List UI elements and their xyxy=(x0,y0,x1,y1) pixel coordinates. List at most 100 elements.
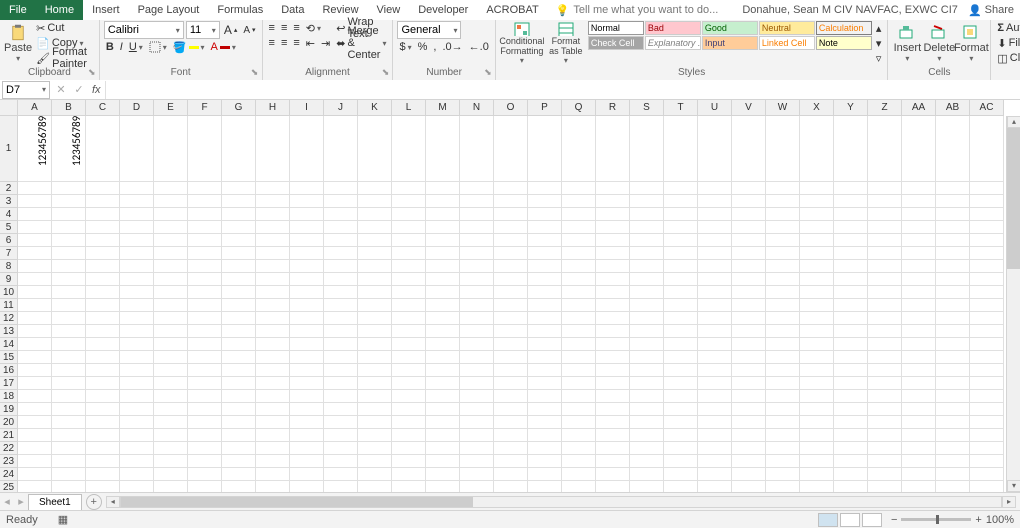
cell[interactable] xyxy=(528,364,562,377)
cell[interactable] xyxy=(358,325,392,338)
cell[interactable] xyxy=(154,481,188,492)
zoom-control[interactable]: − + 100% xyxy=(891,514,1014,526)
cell[interactable] xyxy=(324,299,358,312)
cell[interactable] xyxy=(630,390,664,403)
align-bottom-button[interactable]: ≡ xyxy=(291,21,301,35)
cell[interactable] xyxy=(868,182,902,195)
row-header[interactable]: 3 xyxy=(0,195,18,208)
cell[interactable] xyxy=(18,390,52,403)
cell[interactable] xyxy=(256,364,290,377)
accounting-format-button[interactable]: $▾ xyxy=(397,40,413,54)
cell[interactable] xyxy=(902,273,936,286)
cell[interactable] xyxy=(460,351,494,364)
column-header[interactable]: N xyxy=(460,100,494,116)
cell[interactable] xyxy=(52,299,86,312)
cell[interactable] xyxy=(494,312,528,325)
row-header[interactable]: 14 xyxy=(0,338,18,351)
cell[interactable] xyxy=(766,351,800,364)
cell[interactable] xyxy=(426,351,460,364)
cell[interactable] xyxy=(698,234,732,247)
cell[interactable] xyxy=(732,416,766,429)
cell[interactable] xyxy=(154,455,188,468)
cell[interactable] xyxy=(800,442,834,455)
cell[interactable] xyxy=(630,416,664,429)
cell[interactable] xyxy=(222,403,256,416)
cell[interactable] xyxy=(222,351,256,364)
cell[interactable] xyxy=(630,116,664,182)
cell[interactable] xyxy=(18,364,52,377)
cell[interactable] xyxy=(392,182,426,195)
cell[interactable] xyxy=(392,260,426,273)
cell[interactable] xyxy=(562,247,596,260)
cell[interactable] xyxy=(596,221,630,234)
cell[interactable] xyxy=(664,116,698,182)
cell[interactable] xyxy=(766,338,800,351)
cell[interactable] xyxy=(358,247,392,260)
align-right-button[interactable]: ≡ xyxy=(291,36,301,50)
cell[interactable] xyxy=(562,221,596,234)
cell[interactable] xyxy=(868,351,902,364)
cancel-formula-button[interactable]: ✕ xyxy=(52,83,70,96)
cell[interactable] xyxy=(324,377,358,390)
cell[interactable] xyxy=(834,299,868,312)
cell[interactable] xyxy=(256,208,290,221)
cell[interactable] xyxy=(834,116,868,182)
cell[interactable] xyxy=(460,234,494,247)
cell[interactable] xyxy=(222,195,256,208)
cell[interactable] xyxy=(18,442,52,455)
cell[interactable] xyxy=(732,455,766,468)
cell[interactable] xyxy=(732,403,766,416)
cell[interactable] xyxy=(460,195,494,208)
cell[interactable] xyxy=(698,442,732,455)
cell[interactable] xyxy=(664,351,698,364)
cell[interactable] xyxy=(766,208,800,221)
cell[interactable] xyxy=(392,468,426,481)
cell[interactable] xyxy=(936,481,970,492)
increase-indent-button[interactable]: ⇥ xyxy=(319,36,332,50)
cell[interactable] xyxy=(86,455,120,468)
cell[interactable] xyxy=(596,377,630,390)
cell[interactable] xyxy=(460,116,494,182)
cell[interactable] xyxy=(460,416,494,429)
cell[interactable] xyxy=(936,468,970,481)
cell[interactable] xyxy=(120,364,154,377)
cell[interactable] xyxy=(392,390,426,403)
cell[interactable] xyxy=(902,260,936,273)
column-header[interactable]: A xyxy=(18,100,52,116)
cell[interactable] xyxy=(256,312,290,325)
cell[interactable] xyxy=(324,116,358,182)
fx-button[interactable]: fx xyxy=(92,84,101,96)
cell[interactable] xyxy=(460,390,494,403)
cell[interactable] xyxy=(290,273,324,286)
cell[interactable] xyxy=(664,377,698,390)
cell[interactable] xyxy=(324,429,358,442)
styles-scroll-up[interactable]: ▴ xyxy=(874,21,884,35)
cell[interactable] xyxy=(630,312,664,325)
cell[interactable] xyxy=(936,247,970,260)
cell[interactable] xyxy=(766,182,800,195)
cell[interactable] xyxy=(970,286,1004,299)
cell[interactable] xyxy=(120,455,154,468)
cell[interactable] xyxy=(868,273,902,286)
cell[interactable] xyxy=(188,273,222,286)
cell[interactable] xyxy=(732,481,766,492)
cell[interactable] xyxy=(392,403,426,416)
cell[interactable] xyxy=(562,325,596,338)
cell[interactable] xyxy=(766,247,800,260)
row-header[interactable]: 24 xyxy=(0,468,18,481)
cell[interactable] xyxy=(970,116,1004,182)
cell[interactable] xyxy=(222,208,256,221)
cell[interactable] xyxy=(256,299,290,312)
cell[interactable] xyxy=(596,299,630,312)
italic-button[interactable]: I xyxy=(118,40,125,54)
cell[interactable] xyxy=(494,338,528,351)
format-painter-button[interactable]: 🖌Format Painter xyxy=(34,51,95,65)
cell[interactable] xyxy=(188,286,222,299)
cell[interactable] xyxy=(902,338,936,351)
cell[interactable] xyxy=(324,208,358,221)
cell[interactable] xyxy=(766,116,800,182)
cell[interactable] xyxy=(52,390,86,403)
cell[interactable] xyxy=(868,116,902,182)
cell[interactable]: 123456789 xyxy=(18,116,52,182)
cell[interactable] xyxy=(52,416,86,429)
